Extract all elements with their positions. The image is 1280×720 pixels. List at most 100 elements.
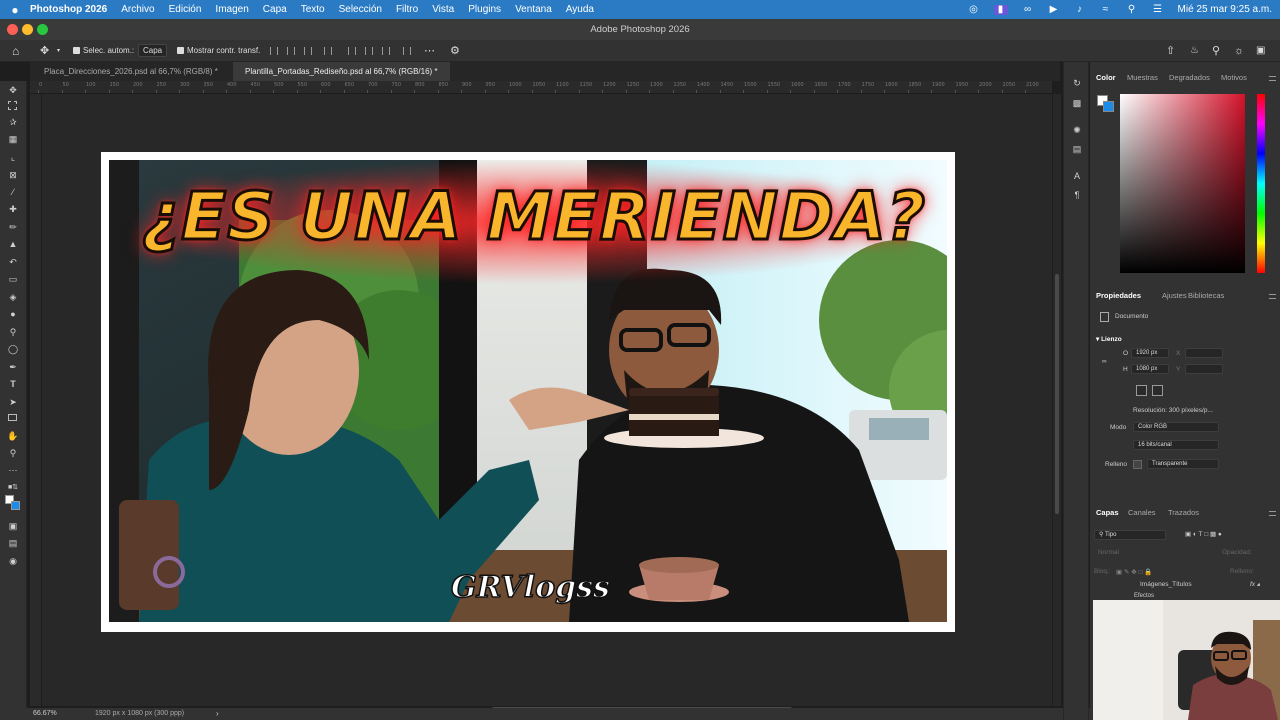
play-icon[interactable]: ▶ [1048,4,1060,15]
bit-depth-dropdown[interactable]: 16 bits/canal [1133,440,1219,450]
character-icon[interactable]: A [1071,171,1083,182]
portrait-orientation-icon[interactable] [1136,385,1147,396]
tab-motivos[interactable]: Motivos [1221,70,1247,86]
levels-icon[interactable]: ▤ [1071,144,1083,155]
auto-select-dropdown[interactable]: Capa [138,40,168,62]
layer-filter-icons[interactable]: ▣ ◐ T □ ▩ ● [1185,530,1222,538]
more-options-icon[interactable]: ⋯ [424,40,435,62]
marquee-tool-icon[interactable] [8,101,17,110]
lock-icons[interactable]: ▣ ✎ ✥ □ 🔒 [1116,568,1152,576]
crop-tool-icon[interactable]: ⌞ [7,152,19,163]
screen-record-icon[interactable]: ◎ [968,4,980,15]
adjustments-icon[interactable]: ✺ [1071,125,1083,136]
screen-share-icon[interactable]: ▮ [993,4,1008,15]
wifi-icon[interactable]: ≈ [1100,4,1112,15]
fill-dropdown[interactable]: Transparente [1147,459,1219,469]
move-tool-icon[interactable]: ✥ [7,85,19,96]
clone-stamp-icon[interactable]: ▲ [7,239,19,250]
align-left-icon[interactable] [270,47,278,55]
thumbnail-headline[interactable]: ¿ES UNA MERIENDA? [139,177,929,257]
layer-name[interactable]: Imágenes_Títulos [1140,581,1192,588]
notifications-icon[interactable]: ♨ [1190,40,1199,62]
frame-tool-icon[interactable]: ⊠ [7,170,19,181]
align-bottom-icon[interactable] [382,47,390,55]
tab-placa-direcciones[interactable]: Placa_Direcciones_2026.psd al 66,7% (RGB… [32,62,230,81]
menu-vista[interactable]: Vista [432,4,454,15]
edit-toolbar-icon[interactable]: ⋯ [7,465,19,476]
hue-slider[interactable] [1257,94,1265,273]
brush-tool-icon[interactable]: ✏ [7,222,19,233]
path-selection-icon[interactable]: ➤ [7,397,19,408]
color-picker-field[interactable] [1120,94,1245,273]
canvas-x-field[interactable] [1185,348,1223,358]
canvas-y-field[interactable] [1185,364,1223,374]
menu-capa[interactable]: Capa [263,4,287,15]
menu-ventana[interactable]: Ventana [515,4,552,15]
panel-menu-icon[interactable] [1269,294,1276,299]
pen-tool-icon[interactable]: ✒ [7,362,19,373]
home-icon[interactable]: ⌂ [12,40,19,62]
dodge-burn-icon[interactable]: ◯ [7,344,19,355]
apple-menu-icon[interactable]: ● [0,3,30,17]
menu-imagen[interactable]: Imagen [215,4,248,15]
gear-icon[interactable]: ⚙ [450,40,460,62]
menu-texto[interactable]: Texto [301,4,325,15]
auto-select-checkbox[interactable]: Selec. autom.: [73,40,134,62]
vertical-scroll-thumb[interactable] [1055,274,1059,514]
tab-capas[interactable]: Capas [1096,505,1119,521]
tab-muestras[interactable]: Muestras [1127,70,1158,86]
layer-fx-icon[interactable]: fx ▴ [1250,580,1260,588]
discover-icon[interactable]: ☼ [1234,40,1244,62]
share-icon[interactable]: ⇧ [1166,40,1175,62]
menubar-clock[interactable]: Mié 25 mar 9:25 a.m. [1178,4,1272,15]
lasso-tool-icon[interactable]: ✰ [7,117,19,128]
zoom-tool-icon[interactable]: ⚲ [7,448,19,459]
chevron-right-icon[interactable]: › [216,708,219,720]
lienzo-section[interactable]: ▾ Lienzo [1096,335,1122,343]
fill-swatch[interactable] [1133,460,1142,469]
menu-archivo[interactable]: Archivo [121,4,154,15]
tab-canales[interactable]: Canales [1128,505,1156,521]
align-middle-icon[interactable] [365,47,373,55]
history-brush-icon[interactable]: ↶ [7,257,19,268]
hand-tool-icon[interactable]: ✋ [7,431,19,442]
blur-tool-icon[interactable]: ● [7,309,19,320]
type-tool-icon[interactable]: T [7,379,19,390]
tab-ajustes[interactable]: Ajustes [1162,288,1187,304]
search-icon[interactable]: ⚲ [1212,40,1220,62]
paragraph-icon[interactable]: ¶ [1071,190,1083,201]
menu-seleccion[interactable]: Selección [339,4,382,15]
tab-degradados[interactable]: Degradados [1169,70,1210,86]
link-icon[interactable]: ∞ [1102,358,1107,365]
tab-plantilla-portadas[interactable]: Plantilla_Portadas_Rediseño.psd al 66,7%… [233,62,450,81]
history-icon[interactable]: ↻ [1071,78,1083,89]
tab-trazados[interactable]: Trazados [1168,505,1199,521]
tab-propiedades[interactable]: Propiedades [1096,288,1141,304]
generative-icon[interactable]: ◉ [7,556,19,567]
object-selection-icon[interactable]: ▦ [7,134,19,145]
background-color-swatch[interactable] [11,501,20,510]
vertical-scrollbar[interactable] [1053,94,1061,706]
menu-edicion[interactable]: Edición [169,4,202,15]
canvas-area[interactable]: ¿ES UNA MERIENDA? GRVlogss [42,94,1052,706]
creative-cloud-icon[interactable]: ∞ [1022,4,1034,15]
default-colors-icon[interactable]: ■⇅ [7,482,19,493]
layer-filter-dropdown[interactable]: ⚲ Tipo [1094,530,1166,540]
transform-controls-checkbox[interactable]: Mostrar contr. transf. [177,40,260,62]
document-canvas[interactable]: ¿ES UNA MERIENDA? GRVlogss [101,152,955,632]
panel-menu-icon[interactable] [1269,511,1276,516]
tab-bibliotecas[interactable]: Bibliotecas [1188,288,1224,304]
search-icon[interactable]: ⚲ [1126,4,1138,15]
paint-bucket-icon[interactable]: ◈ [7,292,19,303]
align-top-icon[interactable] [348,47,356,55]
healing-brush-icon[interactable]: ✚ [7,204,19,215]
color-background-swatch[interactable] [1103,101,1114,112]
menu-plugins[interactable]: Plugins [468,4,501,15]
canvas-width-field[interactable]: 1920 px [1131,348,1169,358]
comments-icon[interactable]: ▩ [1071,98,1083,109]
rectangle-tool-icon[interactable] [8,414,17,421]
thumbnail-watermark[interactable]: GRVlogss [450,569,610,606]
chevron-down-icon[interactable]: ▾ [57,40,60,62]
tab-color[interactable]: Color [1096,70,1116,86]
quick-mask-icon[interactable]: ▣ [7,521,19,532]
